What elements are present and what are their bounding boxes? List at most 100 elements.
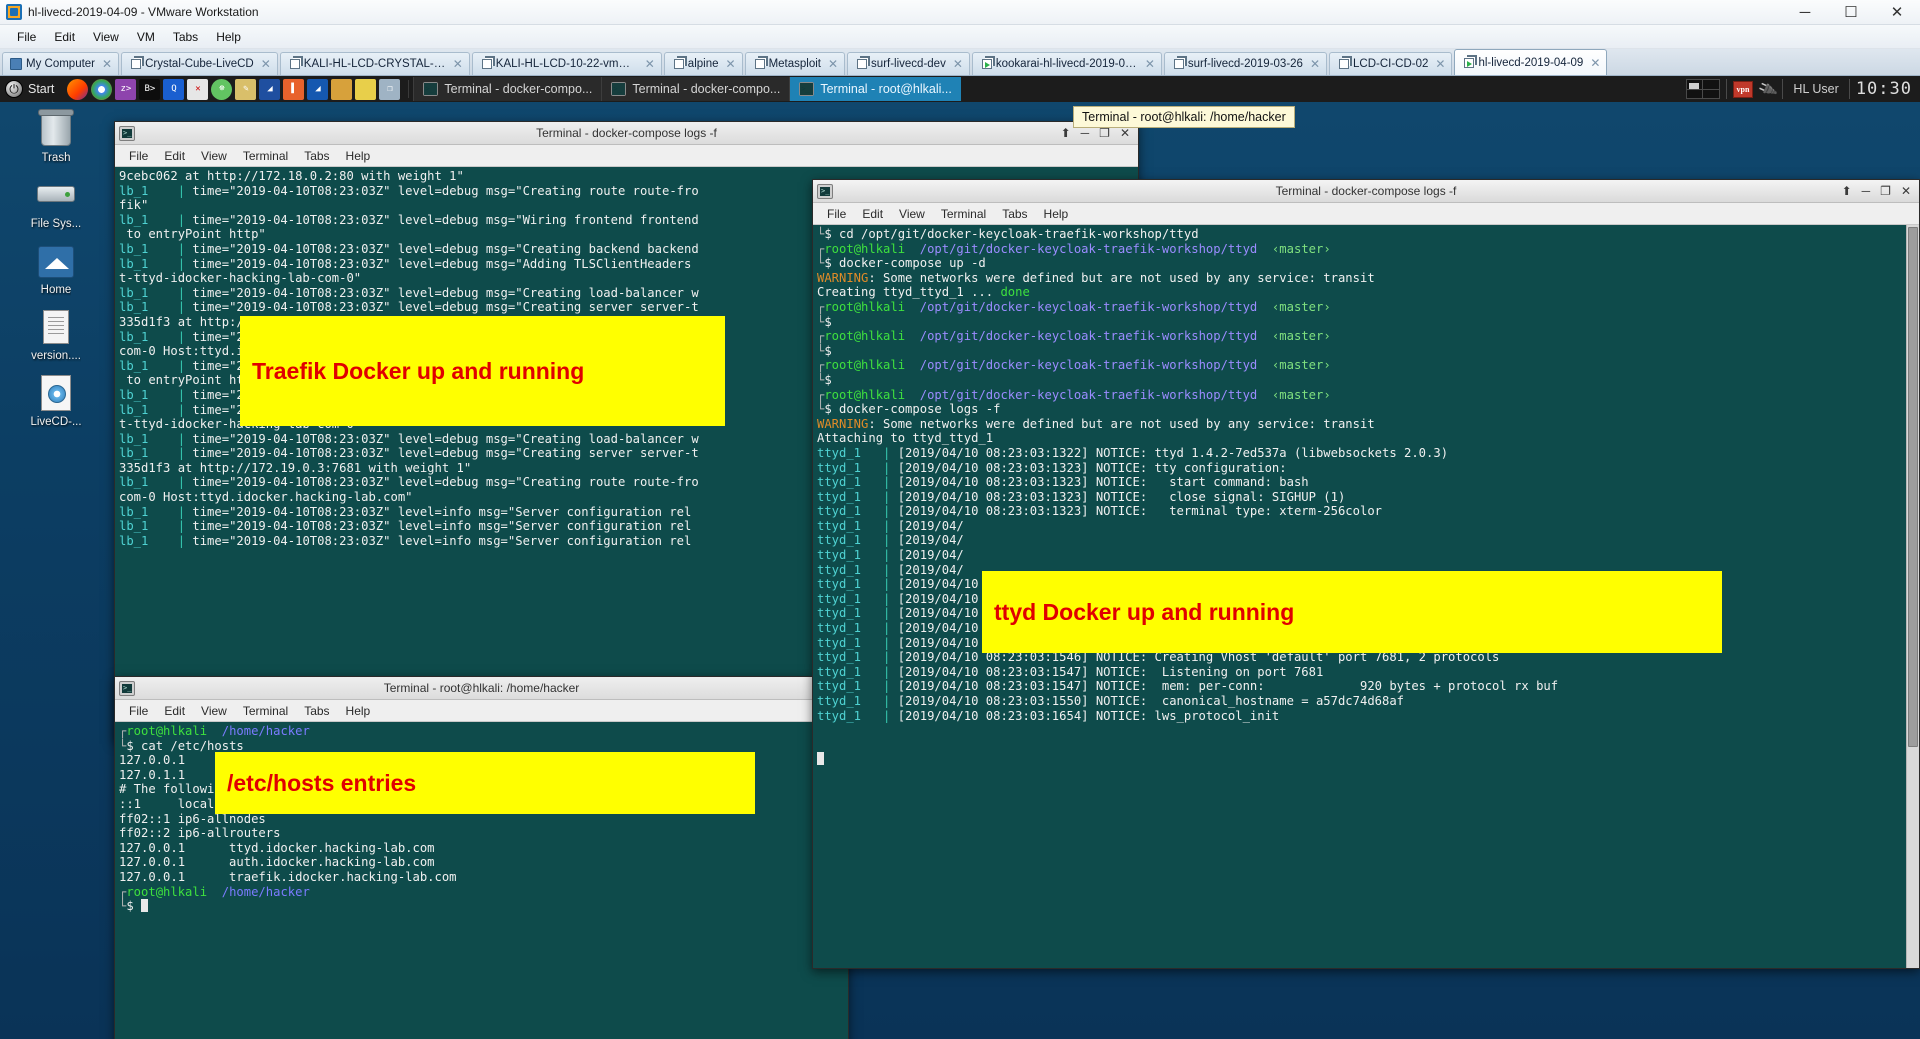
desktop-icon-livecd[interactable]: LiveCD-... [10,374,102,428]
firefox-icon[interactable] [67,78,89,100]
vm-tab-kali-hl-lcd-10-22-vmware[interactable]: KALI-HL-LCD-10-22-vmware-... ✕ [471,52,662,75]
menu-edit[interactable]: Edit [45,27,84,47]
vm-tab-surf-livecd-2019-03-26[interactable]: surf-livecd-2019-03-26 ✕ [1163,52,1328,75]
taskbar-window-button[interactable]: Terminal - docker-compo... [601,77,790,101]
taskbar-window-button[interactable]: Terminal - docker-compo... [413,77,602,101]
close-button[interactable]: ✕ [1901,185,1911,197]
maximize-button[interactable]: ❐ [1880,185,1891,197]
vm-tab-metasploit[interactable]: Metasploit ✕ [744,52,846,75]
vm-tab-close-icon[interactable]: ✕ [828,57,838,71]
chrome-icon[interactable] [91,78,113,100]
folder-icon[interactable] [331,78,353,100]
vm-tab-close-icon[interactable]: ✕ [645,57,655,71]
close-button[interactable]: ✕ [1120,127,1130,139]
vm-tab-close-icon[interactable]: ✕ [1590,56,1600,70]
vm-tab-close-icon[interactable]: ✕ [1145,57,1155,71]
network-plug-icon[interactable]: 🔌 [1757,78,1779,100]
vm-tab-my-computer[interactable]: My Computer ✕ [2,52,120,75]
desktop-icon-home[interactable]: Home [10,242,102,296]
hosts-menu-help[interactable]: Help [338,702,379,720]
terminal-icon [817,183,833,199]
start-button[interactable]: ⏻ Start [0,80,63,98]
hosts-menu-terminal[interactable]: Terminal [235,702,296,720]
notepad-icon[interactable]: ✎ [235,78,257,100]
vm-tab-close-icon[interactable]: ✕ [1310,57,1320,71]
vm-tab-hl-livecd-2019-04-09[interactable]: hl-livecd-2019-04-09 ✕ [1454,49,1608,75]
desktop-icon-trash[interactable]: Trash [10,109,102,164]
vm-tab-kali-hl-lcd-crystal-11-01[interactable]: KALI-HL-LCD-CRYSTAL-11-01... ✕ [279,52,470,75]
blue-fin-icon[interactable]: ◢ [307,78,329,100]
wireshark-shark-icon[interactable]: ◢ [259,78,281,100]
clock[interactable]: 10:30 [1856,79,1916,99]
traefik-menu-view[interactable]: View [193,147,235,165]
hosts-titlebar[interactable]: Terminal - root@hlkali: /home/hacker ⬆ ─ [115,677,848,700]
vm-tab-label: kookarai-hl-livecd-2019-03-21 [995,58,1138,70]
ttyd-menu-view[interactable]: View [891,205,933,223]
menu-view[interactable]: View [84,27,128,47]
shade-button[interactable]: ⬆ [1061,127,1071,139]
screenshot-icon[interactable]: ❐ [379,78,401,100]
taskbar-window-button[interactable]: Terminal - root@hlkali... [789,77,961,101]
menu-vm[interactable]: VM [128,27,164,47]
traefik-menu-help[interactable]: Help [338,147,379,165]
minimize-button[interactable]: ─ [1862,185,1871,197]
vm-tab-crystal-cube-livecd[interactable]: Crystal-Cube-LiveCD ✕ [121,52,278,75]
traefik-titlebar[interactable]: Terminal - docker-compose logs -f ⬆ ─ ❐ … [115,122,1138,145]
workspace-pager-icon[interactable] [1685,79,1720,99]
burp-suite-icon[interactable]: ▌ [283,78,305,100]
terminal-icon [119,680,135,696]
vm-tab-kookarai-hl-livecd-2019-03-21[interactable]: kookarai-hl-livecd-2019-03-21 ✕ [971,52,1162,75]
ttyd-menu-tabs[interactable]: Tabs [994,205,1035,223]
green-bug-icon[interactable]: ☸ [211,78,233,100]
vm-tab-surf-livecd-dev[interactable]: surf-livecd-dev ✕ [847,52,970,75]
close-button[interactable]: ✕ [1874,0,1920,24]
vm-icon [981,59,992,69]
maximize-button[interactable]: ☐ [1828,0,1874,24]
ttyd-scrollbar-thumb[interactable] [1908,227,1918,747]
ttyd-titlebar[interactable]: Terminal - docker-compose logs -f ⬆ ─ ❐ … [813,180,1919,203]
maximize-button[interactable]: ❐ [1099,127,1110,139]
hosts-menu-tabs[interactable]: Tabs [296,702,337,720]
terminal-window-hosts[interactable]: Terminal - root@hlkali: /home/hacker ⬆ ─… [114,676,849,1039]
traefik-menu-terminal[interactable]: Terminal [235,147,296,165]
minimize-button[interactable]: ─ [1081,127,1090,139]
ttyd-menu-terminal[interactable]: Terminal [933,205,994,223]
menu-file[interactable]: File [8,27,45,47]
menu-tabs[interactable]: Tabs [164,27,207,47]
minimize-button[interactable]: ─ [1782,0,1828,24]
hosts-menu-file[interactable]: File [121,702,156,720]
taskbar-window-label: Terminal - docker-compo... [444,82,593,96]
exploit-x-icon[interactable]: ✕ [187,78,209,100]
menu-help[interactable]: Help [207,27,250,47]
vm-tab-close-icon[interactable]: ✕ [102,57,112,71]
black-terminal-icon[interactable]: B> [139,78,161,100]
desktop-icon-file-sys[interactable]: File Sys... [10,176,102,230]
desktop-icon-version[interactable]: version.... [10,308,102,362]
vm-tab-lcd-ci-cd-02[interactable]: LCD-CI-CD-02 ✕ [1329,52,1453,75]
vm-tab-close-icon[interactable]: ✕ [953,57,963,71]
hosts-menu-edit[interactable]: Edit [156,702,193,720]
vm-tab-close-icon[interactable]: ✕ [726,57,736,71]
terminal-line: ttyd_1 | [2019/04/10 08:23:03:1322] NOTI… [817,445,1449,460]
vm-tab-close-icon[interactable]: ✕ [1435,57,1445,71]
yellow-note-icon[interactable] [355,78,377,100]
vm-tab-close-icon[interactable]: ✕ [453,57,463,71]
terminal-line: WARNING: Some networks were defined but … [817,270,1375,285]
vpn-icon[interactable]: vpn [1732,80,1753,98]
zsh-terminal-icon[interactable]: z> [115,78,137,100]
vm-tab-alpine[interactable]: alpine ✕ [663,52,743,75]
ttyd-scrollbar[interactable] [1906,225,1919,968]
ttyd-menu-file[interactable]: File [819,205,854,223]
vm-tab-close-icon[interactable]: ✕ [261,57,271,71]
ttyd-menu-edit[interactable]: Edit [854,205,891,223]
crunch-icon[interactable]: Q [163,78,185,100]
hosts-menu-view[interactable]: View [193,702,235,720]
ttyd-menubar: File Edit View Terminal Tabs Help [813,203,1919,225]
shade-button[interactable]: ⬆ [1842,185,1852,197]
vm-tab-label: hl-livecd-2019-04-09 [1478,56,1584,69]
traefik-menu-tabs[interactable]: Tabs [296,147,337,165]
ttyd-menu-help[interactable]: Help [1036,205,1077,223]
traefik-menu-file[interactable]: File [121,147,156,165]
trash-icon [34,109,78,150]
traefik-menu-edit[interactable]: Edit [156,147,193,165]
